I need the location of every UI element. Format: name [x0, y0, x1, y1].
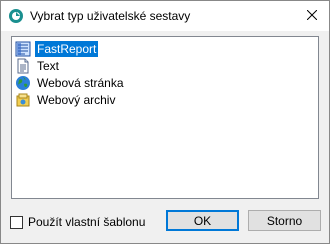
- custom-template-label: Použít vlastní šablonu: [28, 215, 146, 229]
- text-document-icon: [15, 58, 31, 74]
- custom-template-checkbox[interactable]: [10, 215, 23, 229]
- close-button[interactable]: [295, 1, 329, 31]
- dialog-window: Vybrat typ uživatelské sestavy FastRepor…: [0, 0, 330, 244]
- list-item-web-page[interactable]: Webová stránka: [15, 74, 126, 91]
- fastreport-icon: [15, 41, 31, 57]
- report-type-list[interactable]: FastReport Text Webová stránka Webový ar…: [11, 36, 319, 199]
- web-archive-icon: [15, 92, 31, 108]
- fastreport-app-icon: [8, 8, 24, 24]
- window-title: Vybrat typ uživatelské sestavy: [30, 9, 191, 23]
- list-item-label: Webová stránka: [37, 75, 124, 90]
- list-item-label: Text: [37, 58, 60, 73]
- close-icon: [306, 9, 318, 23]
- dialog-footer: Použít vlastní šablonu OK Storno: [1, 199, 329, 243]
- list-item-fastreport[interactable]: FastReport: [15, 40, 99, 57]
- cancel-button[interactable]: Storno: [248, 210, 321, 231]
- globe-icon: [15, 75, 31, 91]
- title-bar: Vybrat typ uživatelské sestavy: [1, 1, 329, 31]
- list-item-label: FastReport: [35, 40, 99, 57]
- custom-template-option[interactable]: Použít vlastní šablonu: [10, 215, 145, 229]
- list-item-label: Webový archiv: [37, 92, 116, 107]
- list-item-web-archive[interactable]: Webový archiv: [15, 91, 117, 108]
- list-item-text[interactable]: Text: [15, 57, 61, 74]
- ok-button[interactable]: OK: [166, 210, 239, 231]
